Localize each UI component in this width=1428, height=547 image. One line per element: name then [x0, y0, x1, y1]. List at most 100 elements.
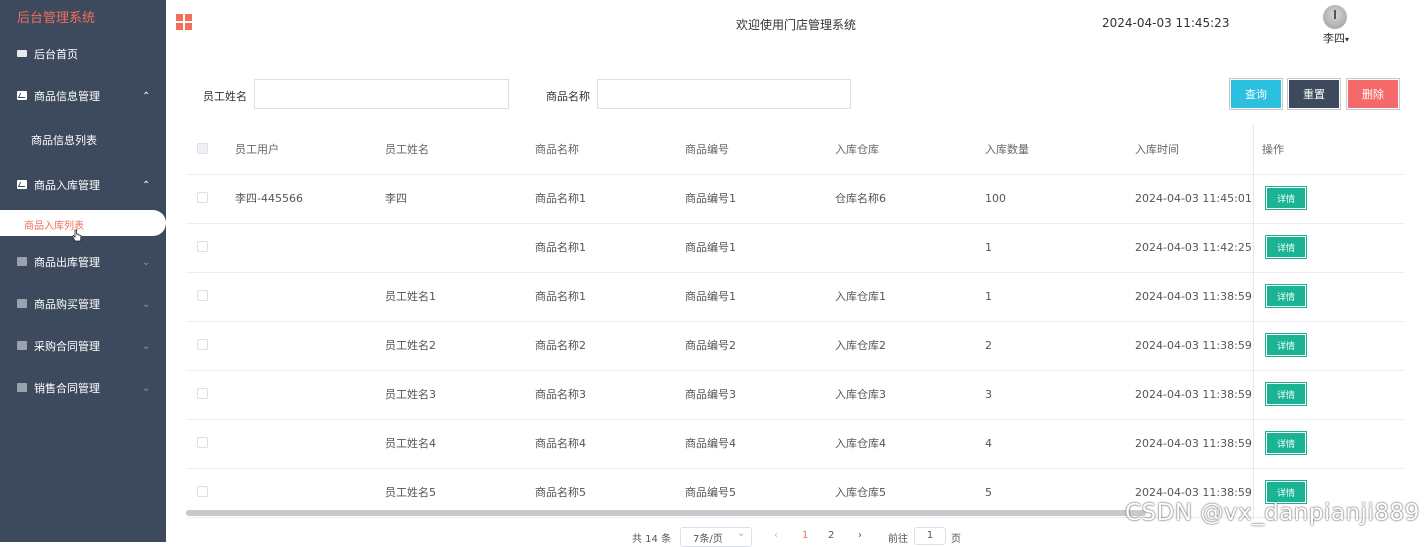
cell-employee-name: 员工姓名4	[385, 437, 436, 450]
page-number-active[interactable]: 1	[802, 530, 808, 541]
table-row: 李四-445566 李四 商品名称1 商品编号1 仓库名称6 100 2024-…	[186, 174, 1404, 224]
hand-cursor-icon	[72, 229, 82, 242]
chevron-down-icon: ⌄	[142, 256, 151, 268]
sidebar-item-label: 商品购买管理	[34, 298, 100, 311]
main-panel: 欢迎使用门店管理系统 2024-04-03 11:45:23 李四▾ 员工姓名 …	[166, 0, 1428, 547]
sidebar-item-label: 商品出库管理	[34, 256, 100, 269]
cell-product-name: 商品名称4	[535, 437, 586, 450]
sidebar-item-purchase-contract[interactable]: 采购合同管理 ⌄	[0, 331, 166, 361]
chevron-down-icon: ⌄	[737, 528, 746, 539]
col-header: 员工用户	[235, 143, 279, 156]
reset-button[interactable]: 重置	[1288, 79, 1340, 109]
row-checkbox[interactable]	[197, 388, 208, 399]
page-size-select[interactable]: 7条/页 ⌄	[680, 527, 752, 547]
query-button[interactable]: 查询	[1230, 79, 1282, 109]
cell-warehouse: 仓库名称6	[835, 192, 886, 205]
row-checkbox[interactable]	[197, 290, 208, 301]
employee-name-input[interactable]	[254, 79, 509, 109]
cell-product-code: 商品编号3	[685, 388, 736, 401]
page-title: 欢迎使用门店管理系统	[736, 18, 857, 32]
row-checkbox[interactable]	[197, 241, 208, 252]
col-header: 商品名称	[535, 143, 579, 156]
cell-quantity: 100	[985, 192, 1006, 205]
page-size-value: 7条/页	[693, 534, 723, 545]
sidebar-item-home[interactable]: 后台首页	[0, 39, 166, 69]
sidebar-item-sales-contract[interactable]: 销售合同管理 ⌄	[0, 373, 166, 403]
detail-button[interactable]: 详情	[1266, 236, 1306, 258]
cell-time: 2024-04-03 11:38:59	[1135, 388, 1252, 401]
cell-product-code: 商品编号1	[685, 241, 736, 254]
cell-warehouse: 入库仓库1	[835, 290, 886, 303]
delete-button[interactable]: 删除	[1347, 79, 1399, 109]
datetime-display: 2024-04-03 11:45:23	[1102, 16, 1230, 30]
cell-product-code: 商品编号4	[685, 437, 736, 450]
goto-label: 前往	[888, 534, 908, 545]
table-header-row: 员工用户 员工姓名 商品名称 商品编号 入库仓库 入库数量 入库时间 操作	[186, 125, 1404, 175]
fixed-column-divider	[1253, 125, 1254, 520]
watermark: CSDN @vx_danpianji889	[1125, 500, 1420, 526]
cell-quantity: 1	[985, 290, 992, 303]
cell-employee-name: 员工姓名3	[385, 388, 436, 401]
select-all-checkbox[interactable]	[197, 143, 208, 154]
goto-page-input[interactable]: 1	[914, 527, 946, 545]
cell-quantity: 1	[985, 241, 992, 254]
col-header: 员工姓名	[385, 143, 429, 156]
table-row: 员工姓名4 商品名称4 商品编号4 入库仓库4 4 2024-04-03 11:…	[186, 419, 1404, 469]
cell-quantity: 4	[985, 437, 992, 450]
next-page-button[interactable]: ›	[858, 530, 862, 541]
sidebar-item-stock-in-list[interactable]: 商品入库列表	[0, 210, 166, 236]
chart-icon	[17, 257, 27, 266]
goto-suffix: 页	[951, 534, 961, 545]
sidebar-item-stock-in[interactable]: 商品入库管理 ⌃	[0, 170, 166, 200]
col-header: 入库仓库	[835, 143, 879, 156]
detail-button[interactable]: 详情	[1266, 187, 1306, 209]
row-checkbox[interactable]	[197, 437, 208, 448]
chevron-down-icon: ⌄	[142, 298, 151, 310]
cell-product-name: 商品名称1	[535, 290, 586, 303]
detail-button[interactable]: 详情	[1266, 334, 1306, 356]
horizontal-scrollbar[interactable]	[186, 510, 1146, 516]
cell-quantity: 3	[985, 388, 992, 401]
detail-button[interactable]: 详情	[1266, 285, 1306, 307]
chevron-up-icon: ⌃	[142, 179, 151, 191]
sidebar: 后台管理系统 后台首页 商品信息管理 ⌃ 商品信息列表 商品入库管理 ⌃ 商品出…	[0, 0, 166, 542]
sidebar-item-stock-out[interactable]: 商品出库管理 ⌄	[0, 247, 166, 277]
chart-icon	[17, 299, 27, 308]
detail-button[interactable]: 详情	[1266, 432, 1306, 454]
avatar[interactable]	[1323, 5, 1347, 29]
page-number[interactable]: 2	[828, 530, 834, 541]
table-row: 员工姓名1 商品名称1 商品编号1 入库仓库1 1 2024-04-03 11:…	[186, 272, 1404, 322]
cell-product-name: 商品名称1	[535, 241, 586, 254]
cell-quantity: 2	[985, 339, 992, 352]
employee-name-label: 员工姓名	[203, 90, 247, 103]
row-checkbox[interactable]	[197, 486, 208, 497]
row-checkbox[interactable]	[197, 192, 208, 203]
cell-warehouse: 入库仓库3	[835, 388, 886, 401]
sidebar-item-product-info-list[interactable]: 商品信息列表	[0, 125, 166, 155]
sidebar-item-purchase[interactable]: 商品购买管理 ⌄	[0, 289, 166, 319]
row-checkbox[interactable]	[197, 339, 208, 350]
cell-product-name: 商品名称3	[535, 388, 586, 401]
product-name-label: 商品名称	[546, 90, 590, 103]
user-menu[interactable]: 李四▾	[1323, 30, 1349, 46]
table-row: 员工姓名2 商品名称2 商品编号2 入库仓库2 2 2024-04-03 11:…	[186, 321, 1404, 371]
product-name-input[interactable]	[597, 79, 851, 109]
chart-icon	[17, 180, 27, 189]
cell-employee-name: 李四	[385, 192, 407, 205]
chevron-up-icon: ⌃	[142, 90, 151, 102]
sidebar-item-label: 商品信息列表	[31, 134, 97, 147]
sidebar-item-product-info[interactable]: 商品信息管理 ⌃	[0, 81, 166, 111]
caret-down-icon: ▾	[1345, 35, 1350, 44]
cell-time: 2024-04-03 11:42:25	[1135, 241, 1252, 254]
menu-grid-icon[interactable]	[176, 14, 192, 30]
col-header: 入库时间	[1135, 143, 1179, 156]
user-name: 李四	[1323, 32, 1345, 45]
cell-product-code: 商品编号2	[685, 339, 736, 352]
prev-page-button[interactable]: ‹	[774, 530, 778, 541]
cell-time: 2024-04-03 11:38:59	[1135, 437, 1252, 450]
sidebar-item-label: 后台首页	[34, 48, 78, 61]
detail-button[interactable]: 详情	[1266, 383, 1306, 405]
chart-icon	[17, 341, 27, 350]
sidebar-item-label: 销售合同管理	[34, 382, 100, 395]
chart-icon	[17, 91, 27, 100]
